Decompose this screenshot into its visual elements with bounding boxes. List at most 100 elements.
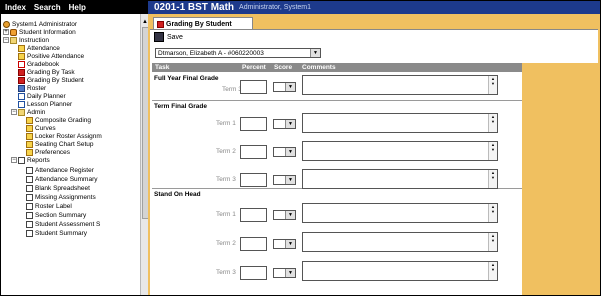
collapse-icon[interactable]: − (11, 109, 17, 115)
section-title: Full Year Final Grade (154, 75, 219, 82)
percent-input[interactable] (240, 117, 267, 131)
tree-label: Composite Grading (35, 116, 91, 124)
percent-input[interactable] (240, 173, 267, 187)
nav-help[interactable]: Help (65, 3, 90, 12)
section-title: Stand On Head (154, 191, 201, 198)
save-button[interactable]: Save (167, 34, 183, 41)
tree-item-lesson-planner[interactable]: Lesson Planner (18, 100, 72, 108)
percent-input[interactable] (240, 266, 267, 280)
collapse-icon[interactable]: − (11, 157, 17, 163)
textarea-scrollbar[interactable]: ▲ ▼ (488, 262, 497, 280)
main-panel: Grading By Student Save Dtmarson, Elizab… (148, 14, 600, 295)
textarea-scrollbar[interactable]: ▲ ▼ (488, 170, 497, 188)
grading-grid: Task Percent Score Comments Full Year Fi… (152, 63, 522, 295)
tree-item-preferences[interactable]: Preferences (26, 148, 70, 156)
expand-icon[interactable]: + (3, 29, 9, 35)
chevron-down-icon[interactable]: ▼ (310, 49, 320, 57)
comment-textarea[interactable]: ▲ ▼ (302, 113, 498, 133)
comment-textarea[interactable]: ▲ ▼ (302, 203, 498, 223)
score-select[interactable]: ▼ (273, 175, 296, 185)
chevron-down-icon[interactable]: ▼ (285, 120, 295, 128)
grading-grid-area: Task Percent Score Comments Full Year Fi… (152, 63, 598, 295)
save-icon[interactable] (154, 32, 164, 42)
seating-chart-icon (26, 140, 33, 148)
percent-input[interactable] (240, 208, 267, 222)
comment-textarea[interactable]: ▲ ▼ (302, 232, 498, 252)
tree-item-attendance-register[interactable]: Attendance Register (26, 166, 94, 174)
tree-label: Attendance Register (35, 166, 94, 174)
textarea-scrollbar[interactable]: ▲ ▼ (488, 142, 497, 160)
tree-item-grading-by-task[interactable]: Grading By Task (18, 68, 75, 76)
tree-item-positive-attendance[interactable]: Positive Attendance (18, 52, 84, 60)
term-label: Term 3 (222, 86, 242, 93)
chevron-down-icon[interactable]: ▼ (285, 176, 295, 184)
gradebook-icon (18, 60, 25, 68)
tab-label: Grading By Student (166, 20, 232, 28)
tree-label: Reports (27, 156, 50, 164)
tree-item-section-summary[interactable]: Section Summary (26, 211, 86, 219)
tree-item-system-administrator[interactable]: System1 Administrator (3, 20, 77, 28)
report-icon (26, 175, 33, 183)
tree-item-student-assessment[interactable]: Student Assessment S (26, 220, 100, 228)
nav-search[interactable]: Search (30, 3, 65, 12)
term-label: Term 1 (216, 120, 236, 127)
term-label: Term 2 (216, 240, 236, 247)
tree-label: Attendance (27, 44, 60, 52)
collapse-icon[interactable]: − (3, 37, 9, 43)
composite-grading-icon (26, 116, 33, 124)
tree-item-admin[interactable]: − Admin (11, 108, 45, 116)
tree-item-missing-assignments[interactable]: Missing Assignments (26, 193, 96, 201)
textarea-scrollbar[interactable]: ▲ ▼ (488, 114, 497, 132)
tree-item-locker-roster[interactable]: Locker Roster Assignm (26, 132, 102, 140)
score-select[interactable]: ▼ (273, 147, 296, 157)
tree-item-attendance-summary[interactable]: Attendance Summary (26, 175, 98, 183)
section-stand-on-head: Stand On Head Term 1 ▼ ▲ ▼ Term 2 ▼ ▲ ▼ Te… (152, 189, 522, 295)
toolbar: Save (154, 32, 183, 42)
student-select[interactable]: Dtmarson, Elizabeth A - #060220003 ▼ (155, 48, 321, 58)
tree-label: Student Summary (35, 229, 88, 237)
comment-textarea[interactable]: ▲ ▼ (302, 169, 498, 189)
lesson-planner-icon (18, 100, 25, 108)
tree-item-blank-spreadsheet[interactable]: Blank Spreadsheet (26, 184, 90, 192)
tree-label: Locker Roster Assignm (35, 132, 102, 140)
tree-item-seating-chart-setup[interactable]: Seating Chart Setup (26, 140, 94, 148)
percent-input[interactable] (240, 145, 267, 159)
textarea-scrollbar[interactable]: ▲ ▼ (488, 76, 497, 94)
score-select[interactable]: ▼ (273, 210, 296, 220)
chevron-down-icon[interactable]: ▼ (285, 211, 295, 219)
chevron-down-icon[interactable]: ▼ (285, 148, 295, 156)
score-select[interactable]: ▼ (273, 82, 296, 92)
tree-item-gradebook[interactable]: Gradebook (18, 60, 59, 68)
percent-input[interactable] (240, 237, 267, 251)
score-select[interactable]: ▼ (273, 268, 296, 278)
tree-item-roster-label[interactable]: Roster Label (26, 202, 72, 210)
comment-textarea[interactable]: ▲ ▼ (302, 141, 498, 161)
chevron-down-icon[interactable]: ▼ (285, 83, 295, 91)
chevron-down-icon[interactable]: ▼ (285, 240, 295, 248)
textarea-scrollbar[interactable]: ▲ ▼ (488, 233, 497, 251)
tree-item-attendance[interactable]: Attendance (18, 44, 60, 52)
tree-item-student-summary[interactable]: Student Summary (26, 229, 87, 237)
user-info: Administrator, System1 (239, 4, 311, 11)
tree-item-grading-by-student[interactable]: Grading By Student (18, 76, 84, 84)
chevron-down-icon[interactable]: ▼ (285, 269, 295, 277)
positive-attendance-icon (18, 52, 25, 60)
top-nav: Index Search Help (1, 1, 148, 14)
score-select[interactable]: ▼ (273, 239, 296, 249)
nav-index[interactable]: Index (1, 3, 30, 12)
score-select[interactable]: ▼ (273, 119, 296, 129)
comment-textarea[interactable]: ▲ ▼ (302, 75, 498, 95)
tree-item-student-information[interactable]: + Student Information (3, 28, 76, 36)
tree-item-composite-grading[interactable]: Composite Grading (26, 116, 91, 124)
tree-item-reports[interactable]: − Reports (11, 156, 50, 164)
tree-item-curves[interactable]: Curves (26, 124, 56, 132)
textarea-scrollbar[interactable]: ▲ ▼ (488, 204, 497, 222)
tree-item-instruction[interactable]: − Instruction (3, 36, 49, 44)
header-comments: Comments (302, 64, 336, 71)
tree-label: Section Summary (35, 211, 87, 219)
percent-input[interactable] (240, 80, 267, 94)
term-label: Term 1 (216, 211, 236, 218)
comment-textarea[interactable]: ▲ ▼ (302, 261, 498, 281)
tree-item-daily-planner[interactable]: Daily Planner (18, 92, 66, 100)
tree-item-roster[interactable]: Roster (18, 84, 46, 92)
